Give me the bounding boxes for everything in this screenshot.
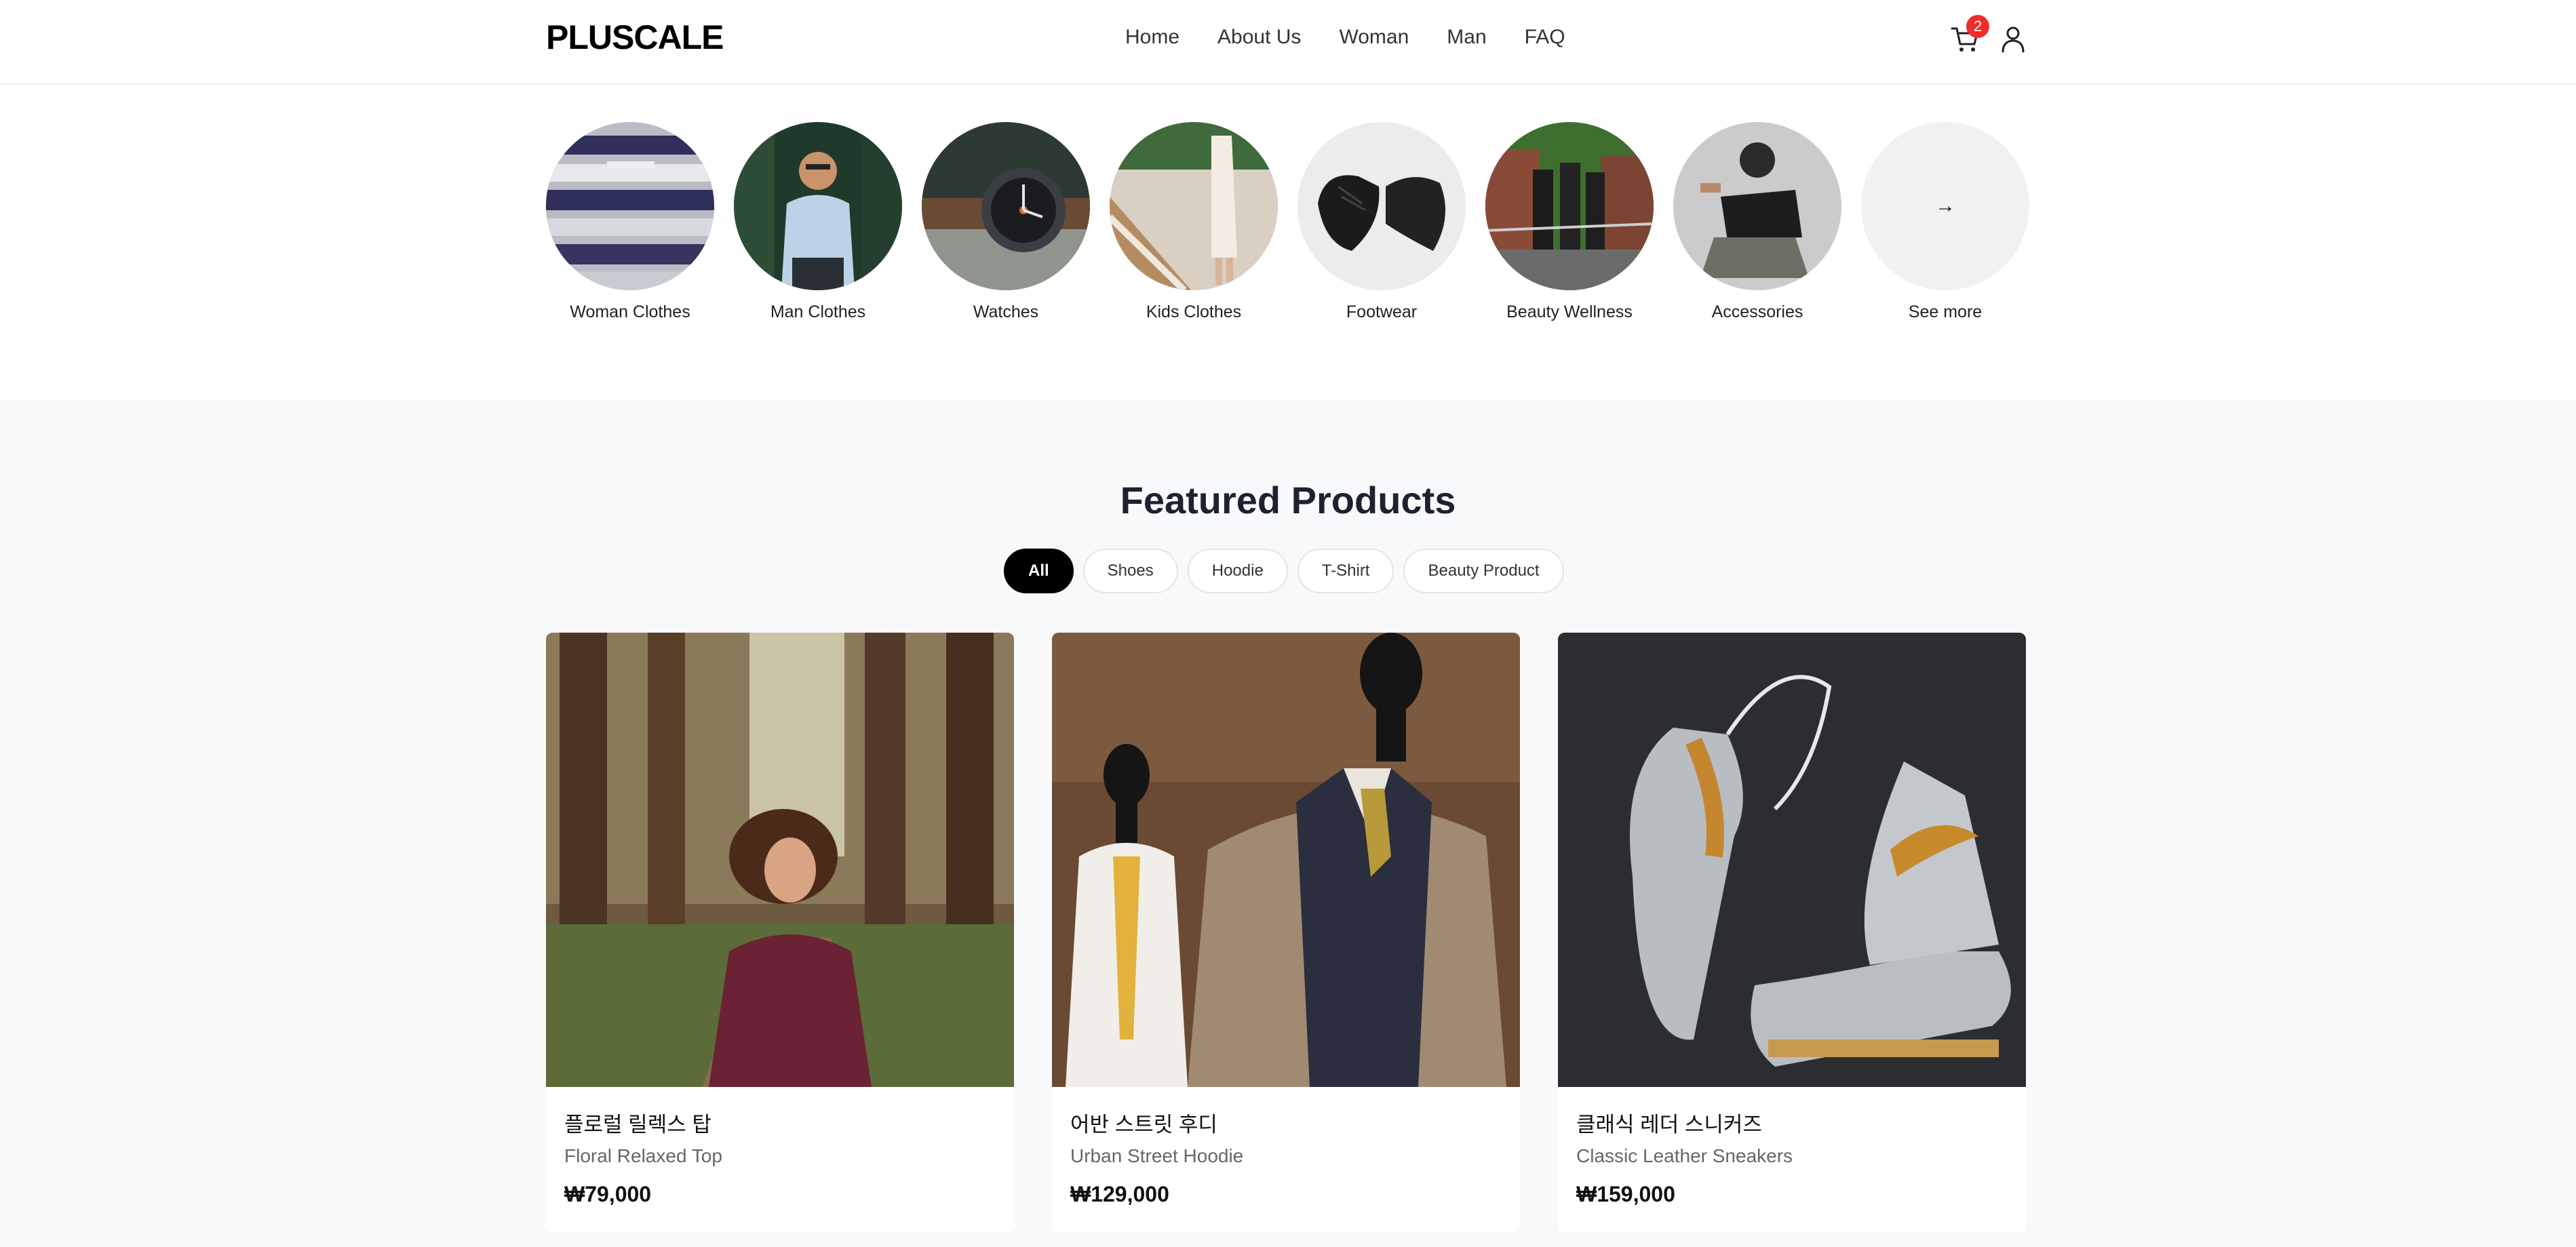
cart-count-badge: 2 <box>1966 15 1989 38</box>
filter-all[interactable]: All <box>1004 549 1074 593</box>
category-label: Man Clothes <box>770 302 866 321</box>
category-label: Accessories <box>1711 302 1803 321</box>
category-label: See more <box>1908 302 1983 321</box>
see-more-circle: → <box>1861 122 2029 290</box>
filter-hoodie[interactable]: Hoodie <box>1187 549 1288 593</box>
filter-tshirt[interactable]: T-Shirt <box>1297 549 1394 593</box>
category-section: Woman Clothes Man Clothes Watches Kids C… <box>0 83 2576 399</box>
product-card[interactable]: 클래식 레더 스니커즈 Classic Leather Sneakers ₩15… <box>1558 633 2026 1232</box>
category-label: Kids Clothes <box>1146 302 1242 321</box>
product-name-korean: 클래식 레더 스니커즈 <box>1576 1113 1762 1136</box>
product-image <box>1558 633 2026 1087</box>
product-name-english: Floral Relaxed Top <box>564 1145 722 1166</box>
product-name-english: Classic Leather Sneakers <box>1576 1145 1793 1166</box>
category-see-more[interactable]: → See more <box>1861 122 2029 322</box>
product-price: ₩159,000 <box>1576 1182 1675 1206</box>
filter-shoes[interactable]: Shoes <box>1082 549 1178 593</box>
site-header: PLUSCALE Home About Us Woman Man FAQ 2 <box>0 0 2576 85</box>
main-nav: Home About Us Woman Man FAQ <box>1125 26 1565 49</box>
product-price: ₩129,000 <box>1070 1182 1169 1206</box>
product-card[interactable]: 어반 스트릿 후디 Urban Street Hoodie ₩129,000 <box>1052 633 1520 1232</box>
nav-woman[interactable]: Woman <box>1339 26 1409 49</box>
category-woman-clothes[interactable]: Woman Clothes <box>546 122 714 322</box>
category-kids-clothes[interactable]: Kids Clothes <box>1110 122 1278 322</box>
product-image <box>1052 633 1520 1087</box>
category-footwear[interactable]: Footwear <box>1297 122 1466 322</box>
filter-chips: All Shoes Hoodie T-Shirt Beauty Product <box>1004 549 1564 593</box>
category-accessories[interactable]: Accessories <box>1673 122 1841 322</box>
category-label: Watches <box>973 302 1039 321</box>
category-watches[interactable]: Watches <box>922 122 1090 322</box>
nav-about-us[interactable]: About Us <box>1217 26 1301 49</box>
category-image <box>1673 122 1841 290</box>
user-icon[interactable] <box>1997 23 2029 56</box>
category-image <box>734 122 902 290</box>
product-image <box>546 633 1014 1087</box>
category-image <box>922 122 1090 290</box>
category-beauty-wellness[interactable]: Beauty Wellness <box>1485 122 1654 322</box>
category-image <box>1110 122 1278 290</box>
arrow-right-icon: → <box>1935 195 1955 217</box>
brand-logo[interactable]: PLUSCALE <box>546 18 724 57</box>
product-price: ₩79,000 <box>564 1182 652 1206</box>
category-image <box>1485 122 1654 290</box>
product-name-korean: 플로럴 릴렉스 탑 <box>564 1113 711 1136</box>
category-image <box>546 122 714 290</box>
nav-home[interactable]: Home <box>1125 26 1179 49</box>
product-card[interactable]: 플로럴 릴렉스 탑 Floral Relaxed Top ₩79,000 <box>546 633 1014 1232</box>
nav-man[interactable]: Man <box>1447 26 1486 49</box>
category-label: Footwear <box>1346 302 1418 321</box>
category-label: Beauty Wellness <box>1506 302 1633 321</box>
product-name-korean: 어반 스트릿 후디 <box>1070 1113 1217 1136</box>
product-name-english: Urban Street Hoodie <box>1070 1145 1244 1166</box>
category-image <box>1297 122 1466 290</box>
nav-faq[interactable]: FAQ <box>1525 26 1565 49</box>
section-title: Featured Products <box>1120 479 1456 521</box>
filter-beauty-product[interactable]: Beauty Product <box>1403 549 1564 593</box>
category-man-clothes[interactable]: Man Clothes <box>734 122 902 322</box>
category-label: Woman Clothes <box>570 302 690 321</box>
